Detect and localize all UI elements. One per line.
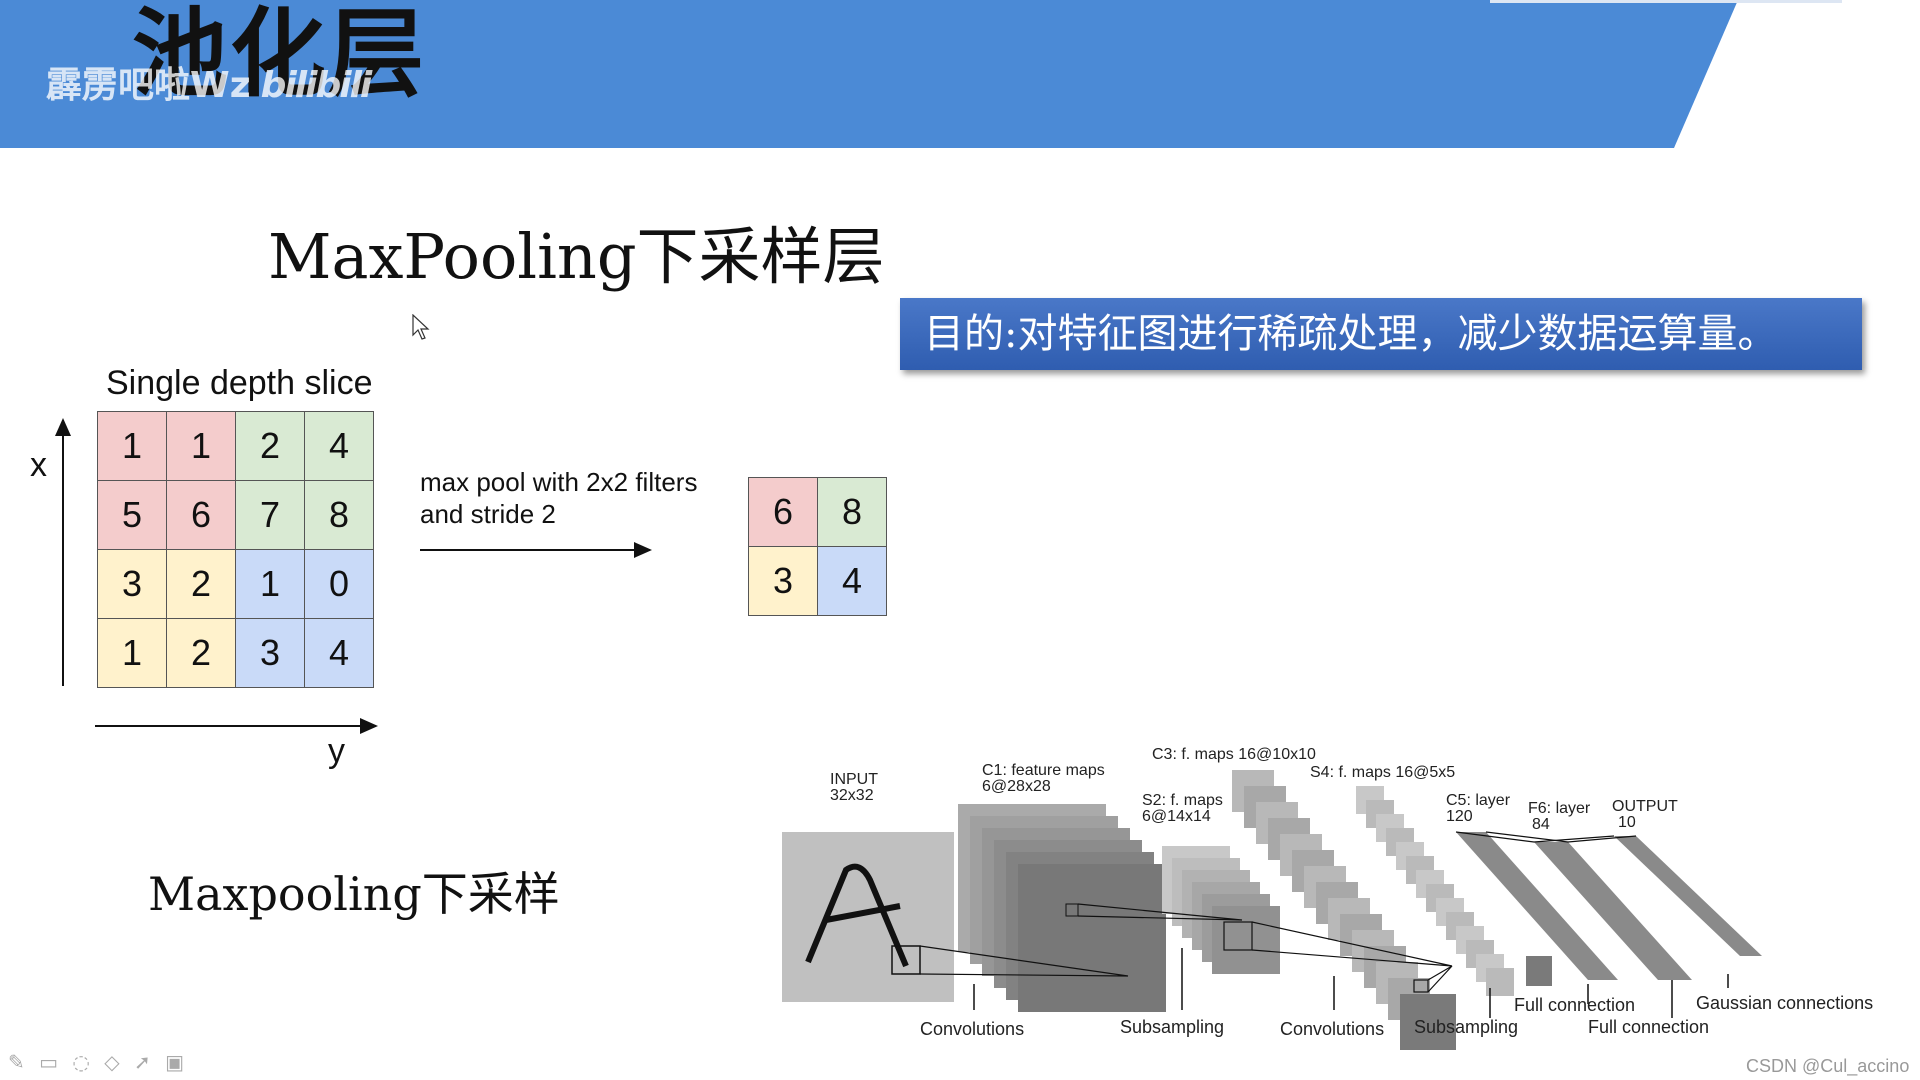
pen-icon[interactable]: ✎ <box>8 1050 25 1074</box>
f6-label: F6: layer <box>1528 800 1591 817</box>
c5-label: C5: layer <box>1446 792 1511 809</box>
c5-size-label: 120 <box>1446 808 1473 825</box>
highlighter-icon[interactable]: ◌ <box>72 1050 89 1074</box>
bottom-label-full-connection: Full connection <box>1588 1017 1709 1037</box>
s4-map <box>1526 956 1552 986</box>
pointer-icon[interactable]: ➚ <box>134 1050 151 1074</box>
presentation-toolbar: ✎ ▭ ◌ ◇ ➚ ▣ <box>8 1050 192 1074</box>
s2-map <box>1212 906 1280 974</box>
bottom-label-convolutions: Convolutions <box>920 1019 1024 1039</box>
bottom-label-convolutions: Convolutions <box>1280 1019 1384 1039</box>
s2-size-label: 6@14x14 <box>1142 808 1211 825</box>
bottom-label-gaussian: Gaussian connections <box>1696 993 1873 1013</box>
f6-size-label: 84 <box>1532 816 1550 833</box>
input-label: INPUT <box>830 771 878 788</box>
subsample-projection-line <box>1427 965 1453 993</box>
bottom-label-subsampling: Subsampling <box>1414 1017 1518 1037</box>
output-label: OUTPUT <box>1612 798 1678 815</box>
input-plane <box>782 832 954 1002</box>
camera-icon[interactable]: ▣ <box>165 1050 184 1074</box>
s4-label: S4: f. maps 16@5x5 <box>1310 764 1455 781</box>
c1-label: C1: feature maps <box>982 762 1105 779</box>
c1-size-label: 6@28x28 <box>982 778 1051 795</box>
input-size-label: 32x32 <box>830 787 874 804</box>
c3-label: C3: f. maps 16@10x10 <box>1152 746 1316 763</box>
eraser-icon[interactable]: ◇ <box>104 1050 119 1074</box>
lenet-diagram: INPUT 32x32 C1: feature maps 6@28x28 S2:… <box>782 746 1873 1050</box>
bottom-label-full-connection: Full connection <box>1514 995 1635 1015</box>
f6-band <box>1534 842 1692 980</box>
credit-watermark: CSDN @Cul_accino <box>1746 1056 1910 1076</box>
output-size-label: 10 <box>1618 814 1636 831</box>
s2-label: S2: f. maps <box>1142 792 1223 809</box>
screen-icon[interactable]: ▭ <box>39 1050 58 1074</box>
c1-map <box>1018 864 1166 1012</box>
bottom-label-subsampling: Subsampling <box>1120 1017 1224 1037</box>
